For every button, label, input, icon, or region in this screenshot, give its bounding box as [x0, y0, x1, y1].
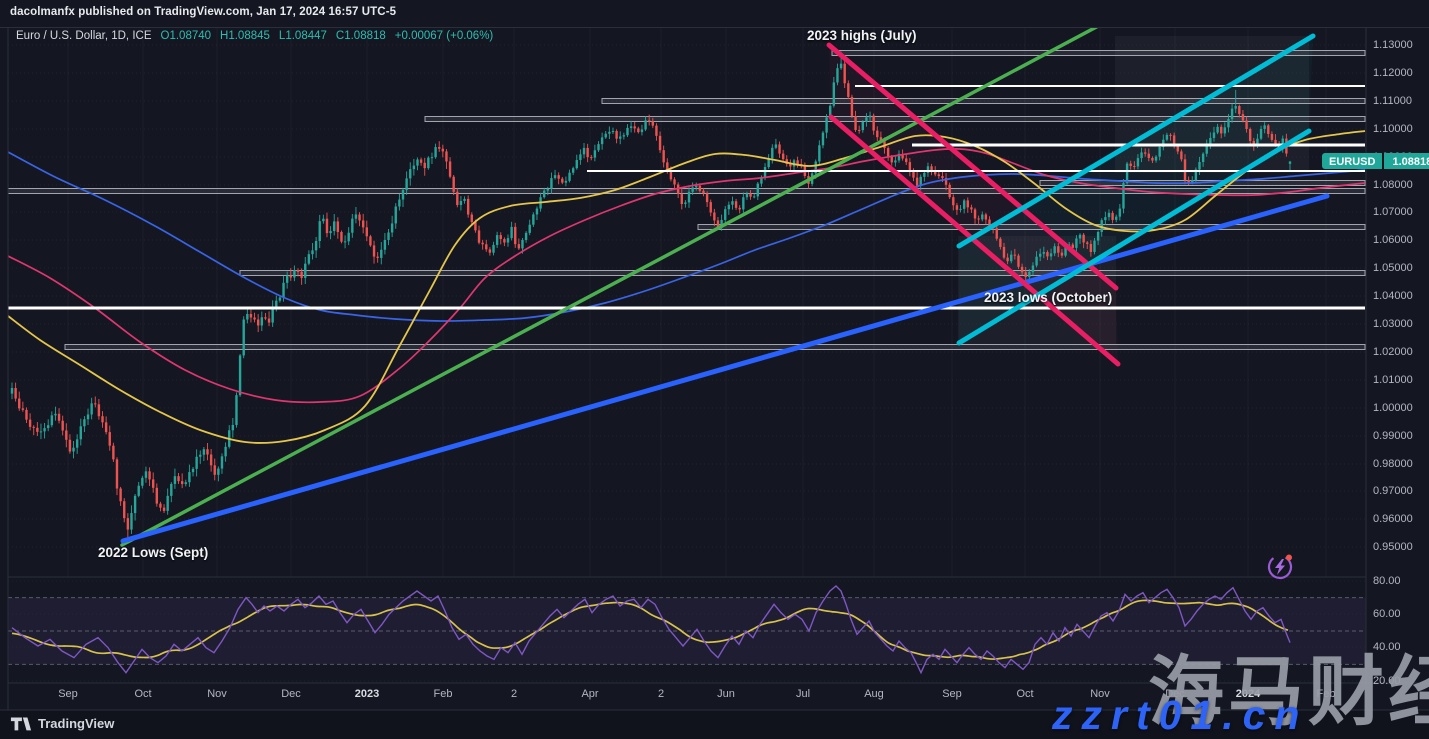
tradingview-wordmark: TradingView: [38, 716, 114, 731]
main-price-panel[interactable]: [8, 24, 1366, 683]
blue-major-uptrend: [123, 196, 1327, 541]
watermark-url: zzrt01.cn: [1052, 692, 1308, 739]
chart-canvas[interactable]: [0, 0, 1429, 739]
publish-idea-icon[interactable]: [1266, 550, 1296, 582]
tradingview-published-chart: dacolmanfx published on TradingView.com,…: [0, 0, 1429, 739]
refresh-bolt-icon: [1266, 552, 1295, 582]
tradingview-logo[interactable]: TradingView: [10, 714, 114, 732]
last-price-badge: EURUSD 1.08818: [1322, 153, 1429, 169]
badge-price: 1.08818: [1382, 153, 1429, 169]
tradingview-glyph-icon: [10, 714, 32, 732]
badge-symbol: EURUSD: [1322, 153, 1382, 169]
price-axis[interactable]: [1366, 28, 1429, 683]
